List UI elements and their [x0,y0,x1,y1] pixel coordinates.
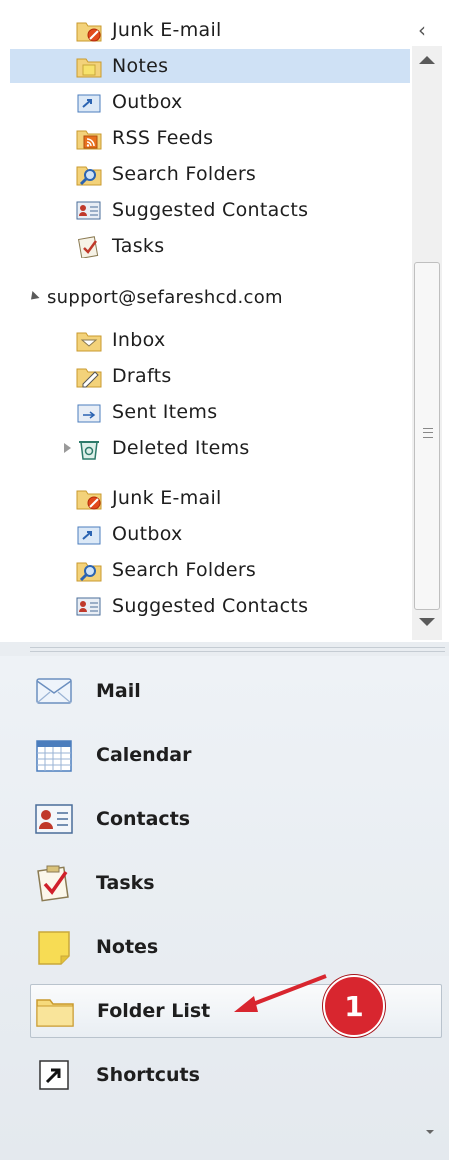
notes-icon [34,927,74,967]
folder-outbox-2[interactable]: Outbox [10,517,410,551]
drafts-folder-icon [76,364,102,388]
nav-label: Tasks [96,872,155,894]
sent-folder-icon [76,400,102,424]
deleted-folder-icon [76,436,102,460]
outbox-folder-icon [76,90,102,114]
folder-label: Notes [112,55,169,77]
folder-label: RSS Feeds [112,127,214,149]
folder-junk-email[interactable]: Junk E-mail [10,13,410,47]
mail-icon [34,671,74,711]
tasks-folder-icon [76,234,102,258]
nav-label: Mail [96,680,141,702]
contacts-folder-icon [76,198,102,222]
nav-label: Calendar [96,744,192,766]
folder-search-folders[interactable]: Search Folders [10,157,410,191]
calendar-icon [34,735,74,775]
folder-inbox[interactable]: Inbox [10,323,410,357]
splitter-grip [30,647,445,652]
folder-notes[interactable]: Notes [10,49,410,83]
collapse-pane-chevron-icon[interactable]: ‹ [418,20,426,40]
annotation-arrow-icon [234,974,327,1012]
folder-outbox[interactable]: Outbox [10,85,410,119]
folder-label: Junk E-mail [112,19,222,41]
outlook-navigation-pane: Junk E-mail Notes Outbox RSS Feeds Searc… [0,0,449,1160]
nav-notes-button[interactable]: Notes [30,920,442,974]
folder-label: Search Folders [112,163,257,185]
folder-label: Sent Items [112,401,218,423]
folder-label: Drafts [112,365,172,387]
junk-folder-icon [76,18,102,42]
folder-search-folders-2[interactable]: Search Folders [10,553,410,587]
nav-label: Notes [96,936,159,958]
shortcuts-icon [34,1055,74,1095]
search-folder-icon [76,162,102,186]
folder-label: Junk E-mail [112,487,222,509]
tasks-icon [34,863,74,903]
folder-label: Deleted Items [112,437,250,459]
nav-label: Folder List [97,1000,211,1022]
step-number-badge: 1 [323,975,385,1037]
contacts-folder-icon [76,594,102,618]
folder-label: Outbox [112,523,183,545]
folder-suggested-contacts-2[interactable]: Suggested Contacts [10,589,410,623]
folder-list-icon [35,991,75,1031]
folder-label: Outbox [112,91,183,113]
folder-junk-email-2[interactable]: Junk E-mail [10,481,410,515]
folder-rss-feeds[interactable]: RSS Feeds [10,121,410,155]
nav-contacts-button[interactable]: Contacts [30,792,442,846]
folder-label: Suggested Contacts [112,199,309,221]
folder-deleted-items[interactable]: Deleted Items [10,431,410,465]
inbox-folder-icon [76,328,102,352]
notes-folder-icon [76,54,102,78]
folder-tree: Junk E-mail Notes Outbox RSS Feeds Searc… [10,0,410,640]
nav-calendar-button[interactable]: Calendar [30,728,442,782]
folder-label: Tasks [112,235,165,257]
collapse-arrow-icon[interactable] [27,290,40,304]
outbox-folder-icon [76,522,102,546]
folder-label: Search Folders [112,559,257,581]
rss-folder-icon [76,126,102,150]
folder-tasks[interactable]: Tasks [10,229,410,263]
nav-shortcuts-button[interactable]: Shortcuts [30,1048,442,1102]
scroll-up-arrow-icon[interactable] [419,56,435,64]
nav-label: Contacts [96,808,191,830]
nav-mail-button[interactable]: Mail [30,664,442,718]
scrollbar-grip-icon [423,428,433,438]
folder-suggested-contacts[interactable]: Suggested Contacts [10,193,410,227]
folder-label: Suggested Contacts [112,595,309,617]
pane-splitter[interactable] [0,642,449,656]
expand-arrow-icon[interactable] [64,443,71,453]
search-folder-icon [76,558,102,582]
scroll-down-arrow-icon[interactable] [419,618,435,626]
folder-sent-items[interactable]: Sent Items [10,395,410,429]
account-node[interactable]: support@sefareshcd.com [10,280,410,314]
nav-tasks-button[interactable]: Tasks [30,856,442,910]
configure-buttons-chevron-icon[interactable] [426,1130,434,1134]
nav-label: Shortcuts [96,1064,200,1086]
account-label: support@sefareshcd.com [47,286,283,308]
folder-drafts[interactable]: Drafts [10,359,410,393]
folder-label: Inbox [112,329,166,351]
junk-folder-icon [76,486,102,510]
contacts-icon [34,799,74,839]
